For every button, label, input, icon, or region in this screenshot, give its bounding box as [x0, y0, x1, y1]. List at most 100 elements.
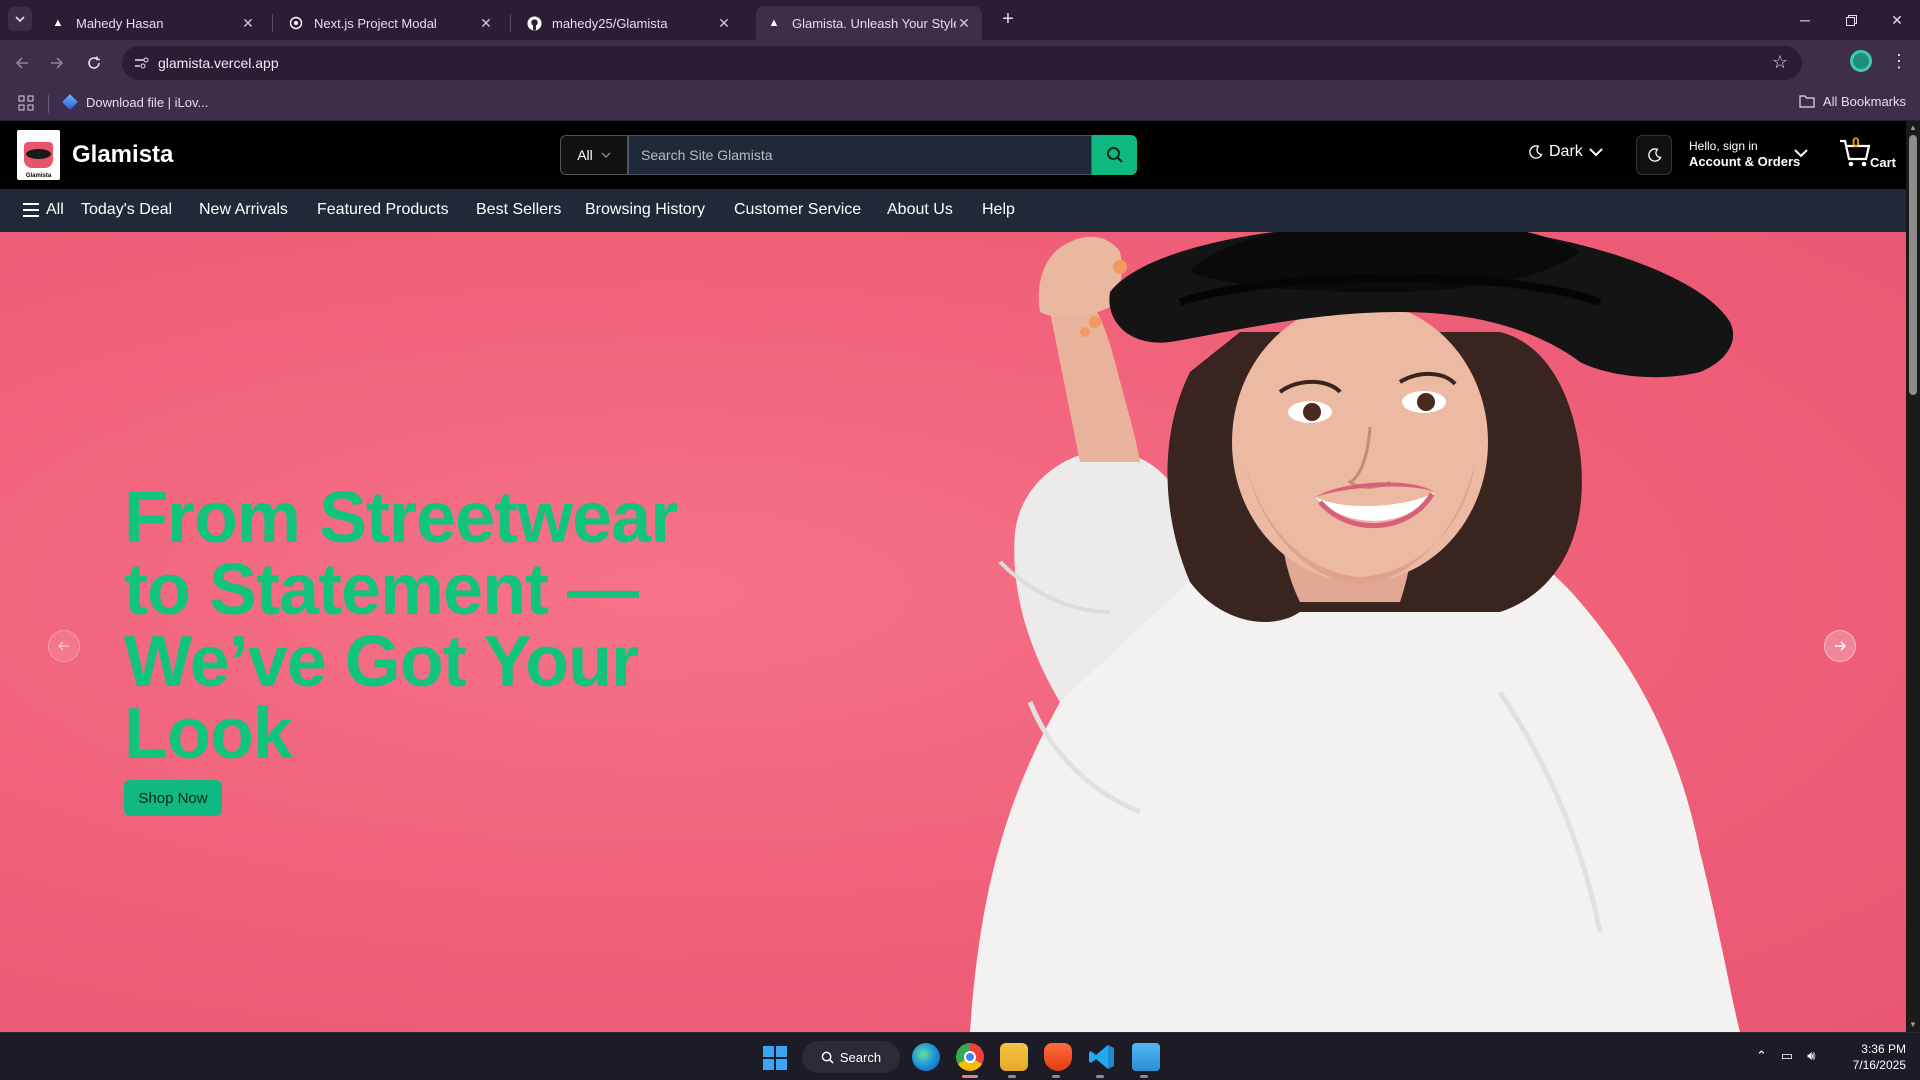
site-search: All — [560, 135, 1137, 175]
chrome-icon[interactable] — [956, 1043, 984, 1071]
account-menu[interactable]: Hello, sign in Account & Orders — [1689, 139, 1800, 169]
page-scrollbar[interactable]: ▲ ▼ — [1906, 121, 1920, 1032]
browser-menu-icon[interactable]: ⋮ — [1890, 50, 1908, 74]
file-explorer-icon[interactable] — [1000, 1043, 1028, 1071]
system-tray: ⌃ ▭ 🔊︎ — [1756, 1048, 1815, 1064]
taskbar-search-button[interactable]: Search — [802, 1041, 900, 1073]
chevron-down-icon[interactable] — [1794, 145, 1808, 163]
restore-icon — [1845, 14, 1857, 26]
reload-button[interactable] — [80, 49, 108, 77]
close-tab-icon[interactable]: ✕ — [478, 15, 494, 31]
chevron-up-icon[interactable]: ⌃ — [1756, 1048, 1767, 1064]
bookmark-divider — [48, 95, 49, 113]
search-button[interactable] — [1092, 135, 1137, 175]
site-info-icon[interactable] — [130, 51, 154, 75]
nav-browsing-history[interactable]: Browsing History — [585, 201, 705, 219]
explorer-running-indicator — [1008, 1075, 1016, 1078]
nav-featured-products[interactable]: Featured Products — [317, 201, 449, 219]
browser-tab-active[interactable]: ▲ Glamista. Unleash Your Style — ✕ — [756, 6, 982, 40]
tab-title: mahedy25/Glamista — [552, 15, 668, 31]
vscode-running-indicator — [1096, 1075, 1104, 1078]
browser-tab[interactable]: mahedy25/Glamista ✕ — [516, 6, 742, 40]
new-tab-button[interactable]: + — [996, 8, 1020, 32]
notepad-icon[interactable] — [1132, 1043, 1160, 1071]
forward-button[interactable] — [43, 49, 71, 77]
scrollbar-thumb[interactable] — [1909, 135, 1917, 395]
scroll-up-icon[interactable]: ▲ — [1908, 123, 1918, 133]
theme-select[interactable]: Dark — [1528, 143, 1603, 161]
carousel-prev-button[interactable] — [48, 630, 80, 662]
restore-window-button[interactable] — [1828, 0, 1874, 40]
volume-icon[interactable]: 🔊︎ — [1807, 1048, 1815, 1064]
arrow-left-icon — [58, 641, 69, 651]
nav-todays-deal[interactable]: Today's Deal — [81, 201, 172, 219]
chevron-down-icon — [1589, 147, 1603, 156]
hero-model-image — [970, 232, 1740, 1032]
reload-icon — [88, 56, 100, 69]
search-category-label: All — [577, 147, 593, 163]
search-icon — [1106, 147, 1123, 163]
browser-toolbar: glamista.vercel.app ☆ — [0, 40, 1920, 86]
clock-date: 7/16/2025 — [1852, 1058, 1906, 1072]
search-icon — [821, 1051, 834, 1064]
close-tab-icon[interactable]: ✕ — [240, 15, 256, 31]
address-bar[interactable]: glamista.vercel.app ☆ — [122, 46, 1802, 80]
all-bookmarks-button[interactable]: All Bookmarks — [1799, 94, 1906, 109]
tab-title: Glamista. Unleash Your Style — — [792, 15, 956, 31]
cart-button[interactable]: 0 Cart — [1838, 134, 1897, 177]
browser-tab[interactable]: Next.js Project Modal ✕ — [278, 6, 504, 40]
search-input[interactable] — [628, 135, 1092, 175]
close-tab-icon[interactable]: ✕ — [716, 15, 732, 31]
back-button[interactable] — [8, 49, 36, 77]
moon-icon — [1647, 147, 1662, 162]
tab-divider — [510, 14, 511, 32]
cart-label: Cart — [1870, 155, 1897, 170]
nav-help[interactable]: Help — [982, 201, 1015, 219]
carousel-next-button[interactable] — [1824, 630, 1856, 662]
tab-search-button[interactable] — [8, 7, 32, 31]
folder-icon — [1799, 95, 1815, 108]
bookmark-item[interactable]: Download file | iLov... — [62, 94, 208, 110]
windows-start-icon[interactable] — [763, 1046, 787, 1070]
brave-icon[interactable] — [1044, 1043, 1072, 1071]
extension-icon[interactable] — [1850, 50, 1872, 72]
notepad-running-indicator — [1140, 1075, 1148, 1078]
account-orders-label: Account & Orders — [1689, 154, 1801, 169]
chevron-down-icon — [601, 152, 611, 158]
edge-icon[interactable] — [912, 1043, 940, 1071]
minimize-window-button[interactable]: ─ — [1782, 0, 1828, 40]
close-tab-icon[interactable]: ✕ — [956, 15, 972, 31]
nav-best-sellers[interactable]: Best Sellers — [476, 201, 561, 219]
nav-about-us[interactable]: About Us — [887, 201, 953, 219]
clock-time: 3:36 PM — [1861, 1042, 1906, 1056]
shop-now-button[interactable]: Shop Now — [124, 780, 222, 816]
address-bar-url: glamista.vercel.app — [158, 55, 279, 71]
network-icon[interactable]: ▭ — [1781, 1048, 1793, 1064]
browser-tab-strip: ▲ Mahedy Hasan ✕ Next.js Project Modal ✕… — [0, 0, 1920, 40]
ilovepdf-icon — [62, 94, 78, 110]
brand-name[interactable]: Glamista — [72, 141, 173, 169]
close-window-button[interactable]: ✕ — [1874, 0, 1920, 40]
search-category-select[interactable]: All — [560, 135, 628, 175]
bookmarks-bar: Download file | iLov... All Bookmarks — [0, 86, 1920, 121]
apps-grid-icon[interactable] — [18, 95, 34, 111]
brand-logo[interactable]: Glamista — [17, 130, 60, 180]
nav-new-arrivals[interactable]: New Arrivals — [199, 201, 288, 219]
windows-taskbar: Search ⌃ ▭ 🔊︎ 3:36 PM 7/16/2025 — [0, 1032, 1920, 1080]
tab-title: Next.js Project Modal — [314, 15, 437, 31]
browser-tab[interactable]: ▲ Mahedy Hasan ✕ — [40, 6, 266, 40]
scroll-down-icon[interactable]: ▼ — [1908, 1020, 1918, 1030]
bookmark-star-icon[interactable]: ☆ — [1772, 52, 1788, 73]
nav-customer-service[interactable]: Customer Service — [734, 201, 861, 219]
account-greeting: Hello, sign in — [1689, 139, 1758, 153]
chevron-down-icon — [15, 16, 25, 23]
hat-icon — [26, 149, 51, 159]
vercel-icon: ▲ — [52, 17, 64, 29]
hero-carousel: From Streetwear to Statement — We’ve Got… — [0, 232, 1906, 1032]
taskbar-clock[interactable]: 3:36 PM 7/16/2025 — [1840, 1041, 1906, 1073]
hero-title: From Streetwear to Statement — We’ve Got… — [124, 478, 678, 774]
dark-mode-toggle[interactable] — [1636, 135, 1672, 175]
site-navigation: All Today's Deal New Arrivals Featured P… — [0, 189, 1906, 232]
vscode-icon[interactable] — [1088, 1043, 1116, 1071]
all-categories-button[interactable]: All — [22, 201, 64, 219]
